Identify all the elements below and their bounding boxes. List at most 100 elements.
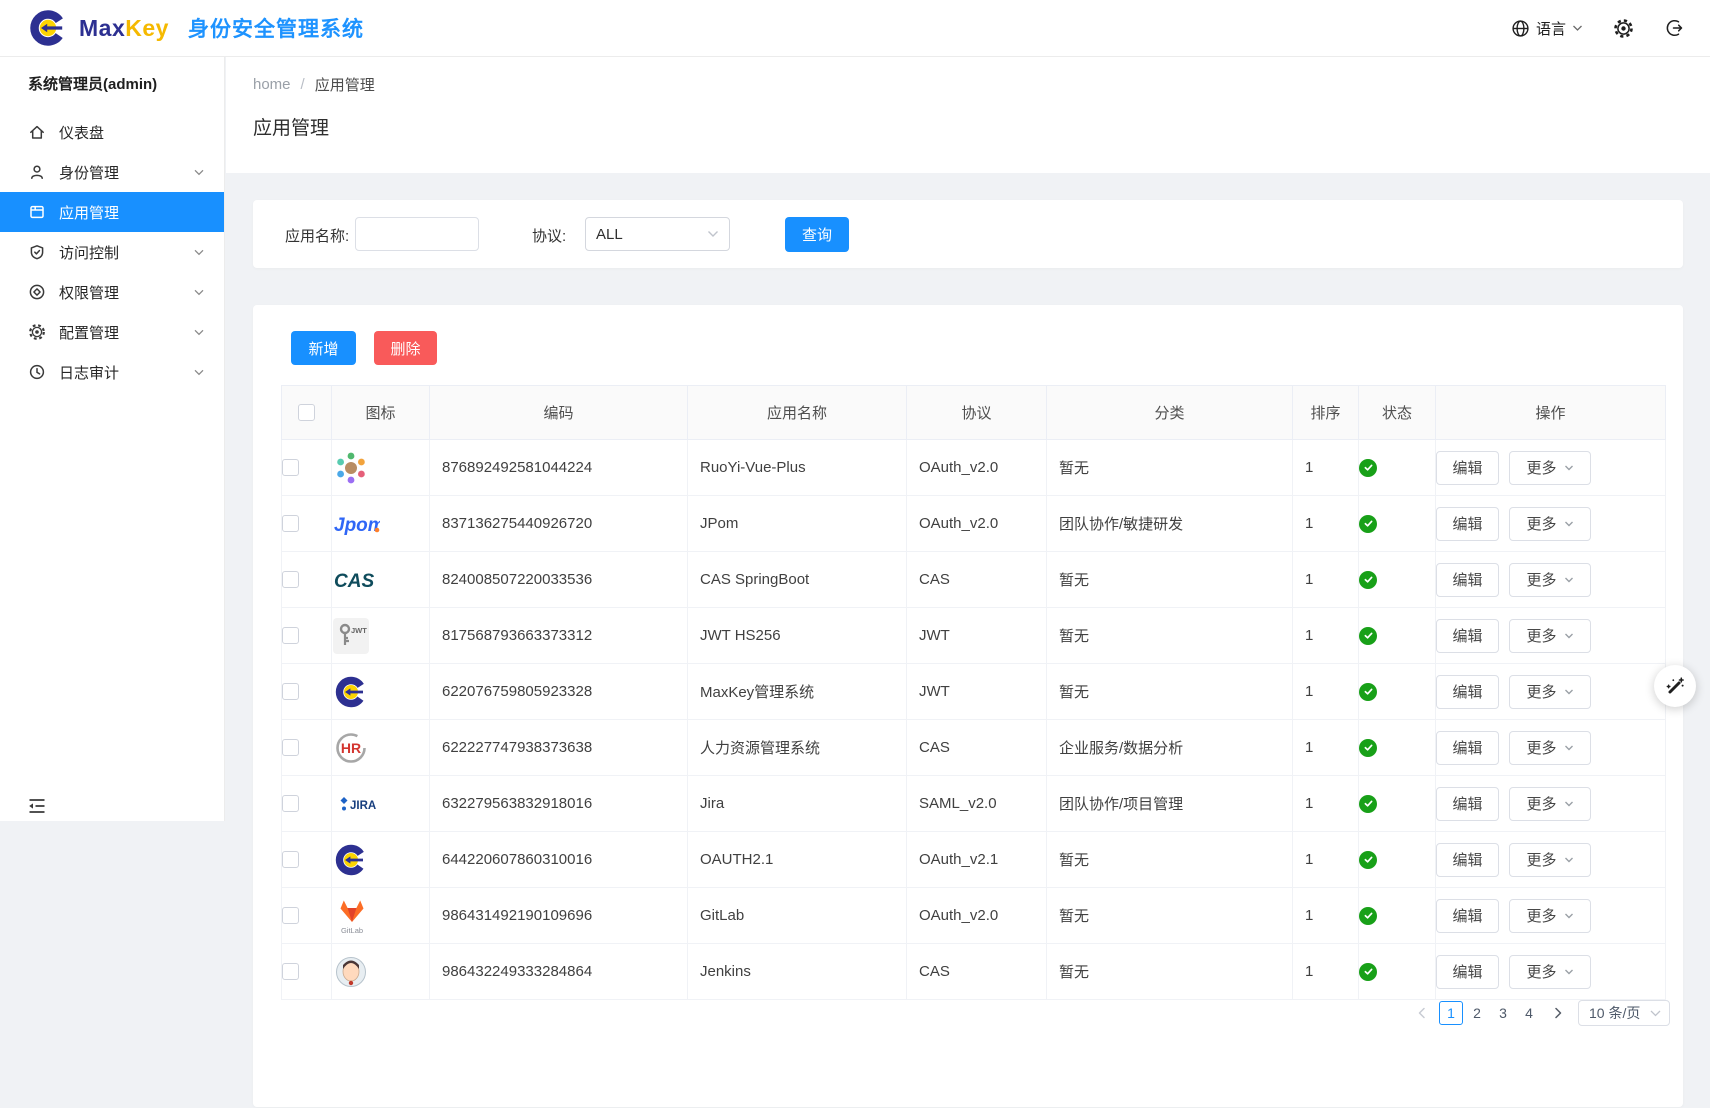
select-all-checkbox[interactable] — [298, 404, 315, 421]
sidebar-item-identity[interactable]: 身份管理 — [0, 152, 224, 192]
row-checkbox[interactable] — [282, 515, 299, 532]
app-sort: 1 — [1293, 776, 1359, 832]
row-checkbox[interactable] — [282, 963, 299, 980]
page-size-select[interactable]: 10 条/页 — [1578, 1000, 1670, 1026]
column-header-protocol: 协议 — [907, 386, 1047, 440]
app-icon-cell: CAS — [332, 552, 430, 608]
sidebar-item-dashboard[interactable]: 仪表盘 — [0, 112, 224, 152]
row-checkbox[interactable] — [282, 627, 299, 644]
app-name: JPom — [688, 496, 907, 552]
edit-button[interactable]: 编辑 — [1436, 843, 1499, 877]
actions-cell: 编辑更多 — [1436, 440, 1666, 496]
svg-text:GitLab: GitLab — [341, 926, 363, 935]
column-header-name: 应用名称 — [688, 386, 907, 440]
row-checkbox[interactable] — [282, 683, 299, 700]
app-name: GitLab — [688, 888, 907, 944]
page-button-4[interactable]: 4 — [1517, 1001, 1541, 1025]
settings-gear-icon[interactable] — [1613, 18, 1634, 39]
page-button-2[interactable]: 2 — [1465, 1001, 1489, 1025]
app-icon-cell: JWT — [332, 608, 430, 664]
more-button[interactable]: 更多 — [1509, 563, 1591, 597]
more-button[interactable]: 更多 — [1509, 787, 1591, 821]
edit-button[interactable]: 编辑 — [1436, 675, 1499, 709]
edit-button[interactable]: 编辑 — [1436, 563, 1499, 597]
sidebar-item-audit-log[interactable]: 日志审计 — [0, 352, 224, 392]
row-checkbox[interactable] — [282, 851, 299, 868]
row-checkbox[interactable] — [282, 795, 299, 812]
more-button[interactable]: 更多 — [1509, 675, 1591, 709]
status-cell — [1359, 832, 1436, 888]
row-select-cell — [282, 664, 332, 720]
edit-button[interactable]: 编辑 — [1436, 507, 1499, 541]
actions-cell: 编辑更多 — [1436, 944, 1666, 1000]
column-header-icon: 图标 — [332, 386, 430, 440]
edit-button[interactable]: 编辑 — [1436, 787, 1499, 821]
edit-button[interactable]: 编辑 — [1436, 619, 1499, 653]
status-enabled-icon — [1359, 515, 1377, 533]
more-button[interactable]: 更多 — [1509, 619, 1591, 653]
app-sort: 1 — [1293, 888, 1359, 944]
cas-app-icon: CAS — [332, 566, 378, 594]
more-button[interactable]: 更多 — [1509, 955, 1591, 989]
chevron-down-icon — [1572, 24, 1583, 32]
search-button[interactable]: 查询 — [785, 217, 849, 252]
app-category: 暂无 — [1047, 552, 1293, 608]
logout-icon[interactable] — [1664, 18, 1684, 38]
gitlab-app-icon: GitLab — [332, 895, 372, 937]
more-button[interactable]: 更多 — [1509, 899, 1591, 933]
sidebar-item-permissions[interactable]: 权限管理 — [0, 272, 224, 312]
app-category: 暂无 — [1047, 832, 1293, 888]
maxkey-app-icon — [332, 673, 370, 711]
status-cell — [1359, 664, 1436, 720]
clock-icon — [28, 363, 46, 381]
table-header-row: 图标 编码 应用名称 协议 分类 排序 状态 操作 — [282, 386, 1666, 440]
more-button[interactable]: 更多 — [1509, 451, 1591, 485]
row-checkbox[interactable] — [282, 571, 299, 588]
more-button[interactable]: 更多 — [1509, 843, 1591, 877]
edit-button[interactable]: 编辑 — [1436, 451, 1499, 485]
sidebar-item-configuration[interactable]: 配置管理 — [0, 312, 224, 352]
app-sort: 1 — [1293, 832, 1359, 888]
chevron-down-icon — [194, 169, 204, 176]
delete-button[interactable]: 删除 — [374, 331, 437, 365]
sidebar-item-access-control[interactable]: 访问控制 — [0, 232, 224, 272]
app-category: 暂无 — [1047, 888, 1293, 944]
edit-button[interactable]: 编辑 — [1436, 731, 1499, 765]
page-header-band: home / 应用管理 应用管理 — [226, 57, 1710, 173]
status-enabled-icon — [1359, 963, 1377, 981]
breadcrumb-home-link[interactable]: home — [253, 76, 291, 93]
page-button-3[interactable]: 3 — [1491, 1001, 1515, 1025]
column-header-actions: 操作 — [1436, 386, 1666, 440]
row-checkbox[interactable] — [282, 739, 299, 756]
language-menu[interactable]: 语言 — [1511, 18, 1583, 39]
column-header-sort: 排序 — [1293, 386, 1359, 440]
protocol-select[interactable]: ALL — [585, 217, 730, 251]
actions-cell: 编辑更多 — [1436, 776, 1666, 832]
actions-cell: 编辑更多 — [1436, 832, 1666, 888]
row-select-cell — [282, 944, 332, 1000]
add-button[interactable]: 新增 — [291, 331, 356, 365]
previous-page-button[interactable] — [1413, 1001, 1431, 1025]
app-name: 人力资源管理系统 — [688, 720, 907, 776]
menu-fold-icon[interactable] — [26, 795, 48, 817]
page-button-1[interactable]: 1 — [1439, 1001, 1463, 1025]
app-name-input[interactable] — [355, 217, 479, 251]
row-checkbox[interactable] — [282, 907, 299, 924]
chevron-down-icon — [194, 289, 204, 296]
actions-cell: 编辑更多 — [1436, 552, 1666, 608]
row-select-cell — [282, 720, 332, 776]
app-name: Jira — [688, 776, 907, 832]
assistant-fab[interactable] — [1654, 665, 1696, 707]
sidebar-item-applications[interactable]: 应用管理 — [0, 192, 224, 232]
edit-button[interactable]: 编辑 — [1436, 955, 1499, 989]
next-page-button[interactable] — [1549, 1001, 1567, 1025]
hr-app-icon: HR — [332, 729, 370, 767]
row-select-cell — [282, 832, 332, 888]
more-button[interactable]: 更多 — [1509, 731, 1591, 765]
more-button[interactable]: 更多 — [1509, 507, 1591, 541]
row-checkbox[interactable] — [282, 459, 299, 476]
app-icon-cell: GitLab — [332, 888, 430, 944]
edit-button[interactable]: 编辑 — [1436, 899, 1499, 933]
status-cell — [1359, 944, 1436, 1000]
app-icon-cell — [332, 832, 430, 888]
